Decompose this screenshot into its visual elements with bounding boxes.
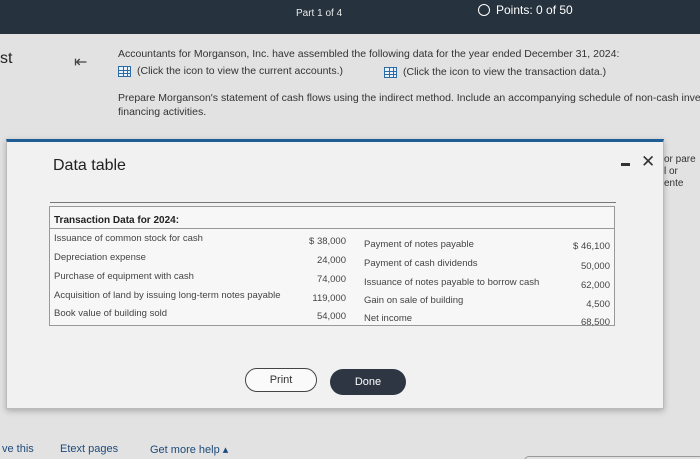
- print-button[interactable]: Print: [245, 368, 317, 392]
- table-row-label: Book value of building sold: [54, 308, 168, 319]
- table-row-label: Issuance of common stock for cash: [54, 233, 203, 244]
- table-row-label: Payment of cash dividends: [364, 258, 478, 269]
- question-text-area: Accountants for Morganson, Inc. have ass…: [118, 47, 700, 118]
- transaction-data-table: Transaction Data for 2024: Issuance of c…: [49, 202, 616, 328]
- table-header: Transaction Data for 2024:: [54, 215, 180, 226]
- table-icon[interactable]: [384, 66, 397, 78]
- question-instruction: Prepare Morganson's statement of cash fl…: [118, 92, 700, 118]
- top-header-bar: Part 1 of 4 Points: 0 of 50: [0, 0, 700, 34]
- table-row-amount: 50,000: [580, 261, 610, 272]
- table-row-label: Depreciation expense: [54, 252, 146, 263]
- modal-title: Data table: [53, 157, 126, 174]
- table-icon[interactable]: [118, 65, 131, 77]
- view-transactions-link[interactable]: (Click the icon to view the transaction …: [384, 65, 606, 79]
- footer-bar: ve this Etext pages Get more help ▴: [0, 440, 700, 459]
- close-icon[interactable]: ✕: [641, 152, 655, 172]
- table-row-amount: 62,000: [580, 280, 610, 291]
- table-row-amount: 74,000: [316, 274, 346, 285]
- status-circle-icon: [478, 4, 490, 16]
- table-row-amount: 54,000: [316, 311, 346, 322]
- get-more-help-link[interactable]: Get more help ▴: [150, 443, 228, 456]
- etext-pages-link[interactable]: Etext pages: [60, 443, 118, 455]
- view-transactions-label: (Click the icon to view the transaction …: [403, 66, 607, 78]
- view-accounts-link[interactable]: (Click the icon to view the current acco…: [118, 64, 343, 78]
- points-label: Points: 0 of 50: [496, 3, 573, 17]
- data-table-modal: Data table ✕ Transaction Data for 2024: …: [6, 139, 664, 409]
- table-row-label: Net income: [364, 313, 413, 324]
- save-link[interactable]: ve this: [2, 443, 34, 455]
- points-indicator: Points: 0 of 50: [478, 0, 638, 20]
- table-row-label: Acquisition of land by issuing long-term…: [54, 290, 281, 301]
- table-row-amount: $ 46,100: [573, 241, 610, 252]
- right-cut-text: or pare l or ente: [664, 154, 700, 190]
- right-cut-line-1: or pare: [664, 154, 696, 165]
- table-row-amount: $ 38,000: [309, 236, 346, 247]
- right-cut-line-2: l or ente: [664, 166, 684, 189]
- part-indicator: Part 1 of 4: [296, 8, 343, 19]
- table-row-amount: 119,000: [312, 293, 346, 304]
- table-top-rule: [50, 202, 616, 203]
- question-intro: Accountants for Morganson, Inc. have ass…: [118, 48, 620, 60]
- done-button[interactable]: Done: [330, 369, 406, 395]
- table-row-amount: 68,500: [580, 317, 610, 328]
- table-row-label: Payment of notes payable: [364, 239, 474, 250]
- table-row-label: Issuance of notes payable to borrow cash: [364, 277, 540, 288]
- view-accounts-label: (Click the icon to view the current acco…: [137, 65, 344, 77]
- table-row-label: Gain on sale of building: [364, 295, 464, 306]
- minimize-icon[interactable]: [621, 163, 630, 166]
- collapse-left-icon[interactable]: ⇤: [74, 52, 87, 72]
- table-header-divider: [50, 228, 614, 229]
- table-row-label: Purchase of equipment with cash: [54, 271, 194, 282]
- table-row-amount: 4,500: [586, 299, 610, 310]
- table-row-amount: 24,000: [316, 255, 346, 266]
- left-cut-text: st: [0, 50, 13, 67]
